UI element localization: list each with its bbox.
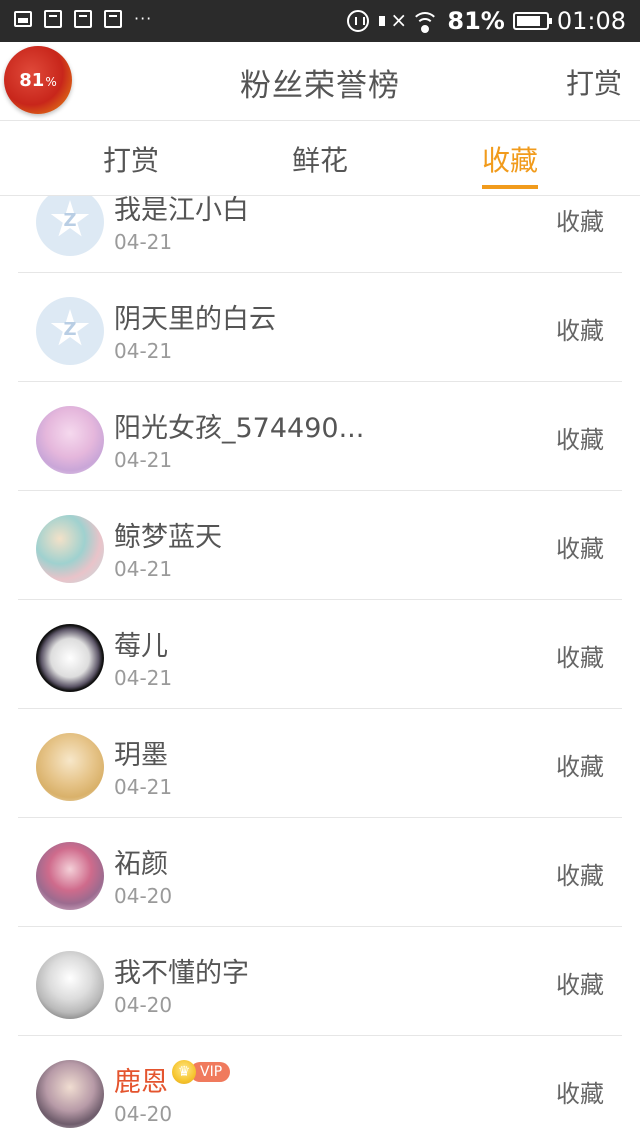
package-icon (44, 10, 62, 28)
package-icon (74, 10, 92, 28)
item-action-label: 收藏 (556, 971, 604, 999)
app-header: 81% 粉丝荣誉榜 打赏 (0, 42, 640, 121)
page-title: 粉丝荣誉榜 (240, 68, 400, 104)
tab-flowers[interactable]: 鲜花 (290, 139, 350, 179)
gallery-icon (14, 11, 32, 27)
status-bar: ··· 81% 01:08 (0, 0, 640, 42)
vip-badge: ♛ VIP (172, 1060, 231, 1084)
list-item[interactable]: 祏颜 04-20 收藏 (18, 818, 622, 927)
crown-icon: ♛ (172, 1060, 196, 1084)
list-item[interactable]: 阳光女孩_574490... 04-21 收藏 (18, 382, 622, 491)
tab-favorites[interactable]: 收藏 (480, 139, 540, 179)
avatar[interactable] (36, 624, 104, 692)
fan-list[interactable]: 我是江小白 04-21 收藏 阴天里的白云 04-21 收藏 阳光女孩_5744… (18, 196, 622, 1138)
avatar[interactable] (36, 196, 104, 256)
wifi-icon (411, 10, 440, 33)
item-action-label: 收藏 (556, 753, 604, 781)
avatar[interactable] (36, 733, 104, 801)
user-name: 玥墨 (114, 740, 168, 771)
battery-percentage: 81% (447, 7, 505, 35)
battery-icon (512, 12, 552, 30)
user-name: 阳光女孩_574490... (114, 413, 365, 444)
item-date: 04-21 (114, 557, 173, 581)
item-date: 04-21 (114, 339, 173, 363)
user-name: 祏颜 (114, 849, 168, 880)
vip-label: VIP (190, 1062, 231, 1082)
status-bar-notifications: ··· (14, 10, 152, 28)
item-date: 04-21 (114, 775, 173, 799)
status-bar-system: 81% 01:08 (347, 4, 626, 38)
list-item[interactable]: 莓儿 04-21 收藏 (18, 600, 622, 709)
item-action-label: 收藏 (556, 535, 604, 563)
package-icon (104, 10, 122, 28)
item-date: 04-21 (114, 666, 173, 690)
list-item[interactable]: 鹿恩 ♛ VIP 04-20 收藏 (18, 1036, 622, 1138)
tab-reward[interactable]: 打赏 (102, 139, 160, 179)
user-name: 鹿恩 (114, 1067, 168, 1098)
vibrate-icon (347, 10, 370, 32)
list-item[interactable]: 阴天里的白云 04-21 收藏 (18, 273, 622, 382)
avatar[interactable] (36, 297, 104, 365)
list-item[interactable]: 鲸梦蓝天 04-21 收藏 (18, 491, 622, 600)
avatar[interactable] (36, 406, 104, 474)
user-name: 阴天里的白云 (114, 304, 276, 335)
list-item[interactable]: 我不懂的字 04-20 收藏 (18, 927, 622, 1036)
more-notifications-indicator: ··· (134, 9, 153, 28)
user-name: 鲸梦蓝天 (114, 522, 222, 553)
list-item[interactable]: 玥墨 04-21 收藏 (18, 709, 622, 818)
reward-button[interactable]: 打赏 (566, 62, 622, 102)
user-name: 我不懂的字 (114, 958, 249, 989)
item-date: 04-20 (114, 993, 173, 1017)
avatar[interactable] (36, 842, 104, 910)
item-date: 04-21 (114, 230, 173, 254)
item-date: 04-20 (114, 884, 173, 908)
item-action-label: 收藏 (556, 426, 604, 454)
clock: 01:08 (556, 7, 626, 35)
item-action-label: 收藏 (556, 862, 604, 890)
mute-icon (377, 8, 407, 32)
user-name: 莓儿 (114, 631, 168, 662)
tab-bar: 打赏 鲜花 收藏 (0, 121, 640, 196)
avatar[interactable] (36, 951, 104, 1019)
item-action-label: 收藏 (556, 317, 604, 345)
item-action-label: 收藏 (556, 644, 604, 672)
list-item[interactable]: 我是江小白 04-21 收藏 (18, 196, 622, 273)
item-date: 04-20 (114, 1102, 173, 1126)
item-date: 04-21 (114, 448, 173, 472)
avatar[interactable] (36, 1060, 104, 1128)
avatar[interactable] (36, 515, 104, 583)
item-action-label: 收藏 (556, 1080, 604, 1108)
user-name: 我是江小白 (114, 196, 249, 226)
item-action-label: 收藏 (556, 208, 604, 236)
active-tab-indicator (482, 185, 538, 189)
